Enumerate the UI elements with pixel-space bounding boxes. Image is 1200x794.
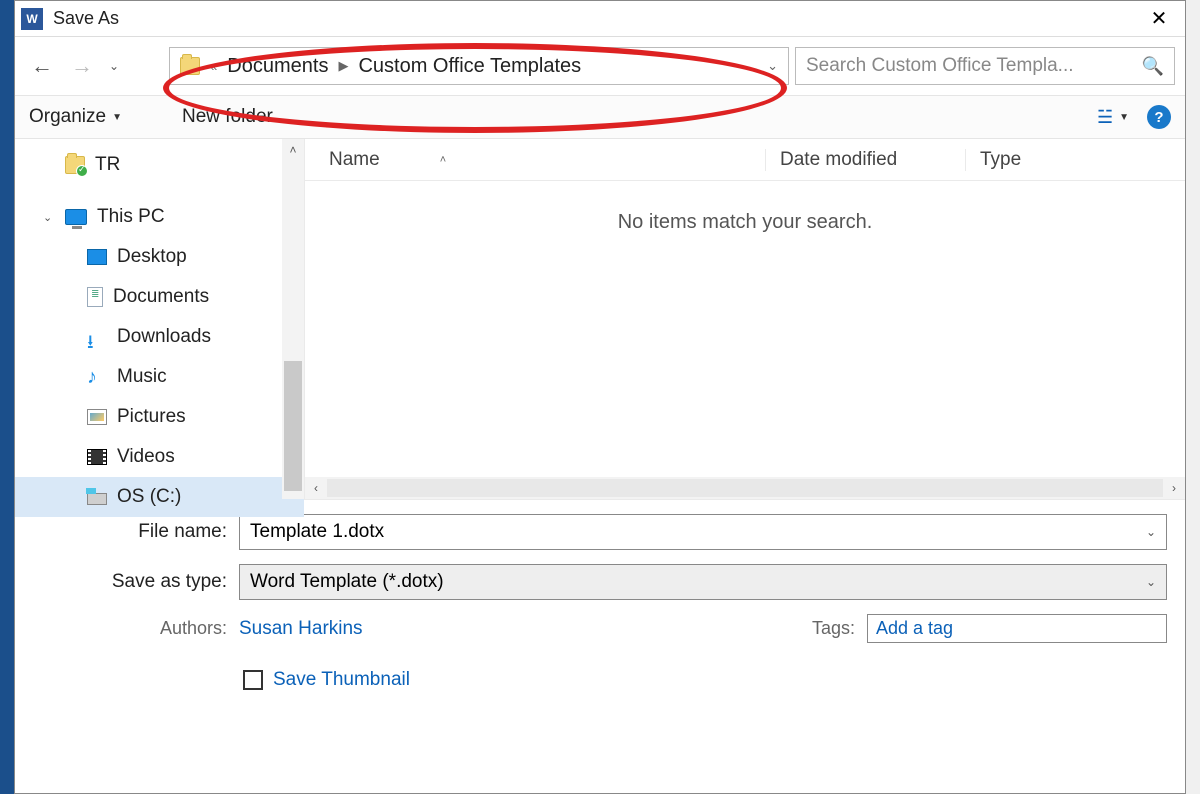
- search-input[interactable]: Search Custom Office Templa... 🔍: [795, 47, 1175, 85]
- chevron-right-icon[interactable]: ▶: [338, 58, 348, 74]
- authors-label: Authors:: [33, 618, 227, 639]
- sidebar-item-pictures[interactable]: Pictures: [15, 397, 304, 437]
- tags-input[interactable]: Add a tag: [867, 614, 1167, 643]
- window-left-edge: [0, 0, 14, 794]
- sidebar-item-downloads[interactable]: ⭳ Downloads: [15, 317, 304, 357]
- sidebar-scrollbar[interactable]: ˄ ˅: [282, 139, 304, 499]
- chevron-down-icon[interactable]: ⌄: [767, 58, 778, 74]
- documents-icon: [87, 287, 103, 307]
- saveastype-label: Save as type:: [33, 571, 227, 593]
- dialog-title: Save As: [53, 8, 1139, 29]
- drive-icon: [87, 493, 107, 505]
- file-list-area: Name ˄ Date modified Type No items match…: [305, 139, 1185, 499]
- sidebar-item-this-pc[interactable]: ⌄ This PC: [15, 197, 304, 237]
- breadcrumb-seg-custom-templates[interactable]: Custom Office Templates: [358, 55, 581, 78]
- folder-icon: [180, 57, 200, 75]
- explorer-body: TR ⌄ This PC Desktop Documents ⭳ Downloa…: [15, 139, 1185, 499]
- pictures-icon: [87, 409, 107, 425]
- dropdown-arrow-icon: ▼: [1119, 112, 1129, 123]
- sidebar-item-desktop[interactable]: Desktop: [15, 237, 304, 277]
- scroll-left-icon[interactable]: ‹: [305, 481, 327, 495]
- folder-icon: [65, 156, 85, 174]
- scroll-track[interactable]: [327, 479, 1163, 497]
- save-form: File name: Template 1.dotx ⌄ Save as typ…: [15, 499, 1185, 701]
- sort-indicator-icon: ˄: [440, 154, 446, 166]
- help-button[interactable]: ?: [1147, 105, 1171, 129]
- back-button[interactable]: ←: [25, 49, 59, 83]
- sidebar-item-documents[interactable]: Documents: [15, 277, 304, 317]
- desktop-icon: [87, 249, 107, 265]
- search-icon[interactable]: 🔍: [1142, 56, 1164, 77]
- dropdown-arrow-icon[interactable]: ⌄: [1146, 525, 1156, 539]
- column-headers: Name ˄ Date modified Type: [305, 139, 1185, 181]
- close-button[interactable]: ✕: [1139, 5, 1179, 33]
- expand-icon[interactable]: ⌄: [43, 211, 52, 224]
- breadcrumb-seg-documents[interactable]: Documents: [227, 55, 328, 78]
- filename-label: File name:: [33, 521, 227, 543]
- recent-locations-button[interactable]: ⌄: [105, 59, 123, 73]
- view-mode-button[interactable]: ☱ ▼: [1097, 107, 1129, 128]
- sidebar-item-videos[interactable]: Videos: [15, 437, 304, 477]
- dropdown-arrow-icon: ▼: [112, 112, 122, 123]
- word-app-icon: W: [21, 8, 43, 30]
- scroll-thumb[interactable]: [284, 361, 302, 491]
- save-thumbnail-label[interactable]: Save Thumbnail: [273, 669, 410, 691]
- saveastype-combo[interactable]: Word Template (*.dotx) ⌄: [239, 564, 1167, 600]
- save-thumbnail-checkbox[interactable]: [243, 670, 263, 690]
- organize-button[interactable]: Organize ▼: [29, 106, 122, 128]
- scroll-track[interactable]: [282, 161, 304, 477]
- nav-bar: ← → ⌄ ↑ « Documents ▶ Custom Office Temp…: [15, 37, 1185, 95]
- sidebar-item-music[interactable]: ♪ Music: [15, 357, 304, 397]
- column-type[interactable]: Type: [965, 149, 1185, 171]
- breadcrumb-overflow-icon[interactable]: «: [210, 59, 217, 74]
- column-date-modified[interactable]: Date modified: [765, 149, 965, 171]
- address-bar[interactable]: « Documents ▶ Custom Office Templates ⌄: [169, 47, 789, 85]
- column-name[interactable]: Name ˄: [305, 149, 765, 171]
- search-placeholder: Search Custom Office Templa...: [806, 55, 1074, 77]
- horizontal-scrollbar[interactable]: ‹ ›: [305, 477, 1185, 499]
- dropdown-arrow-icon[interactable]: ⌄: [1146, 575, 1156, 589]
- tags-label: Tags:: [812, 618, 855, 639]
- navigation-pane: TR ⌄ This PC Desktop Documents ⭳ Downloa…: [15, 139, 305, 499]
- save-as-dialog: W Save As ✕ ← → ⌄ ↑ « Documents ▶ Custom…: [14, 0, 1186, 794]
- empty-message: No items match your search.: [305, 181, 1185, 477]
- filename-input[interactable]: Template 1.dotx ⌄: [239, 514, 1167, 550]
- downloads-icon: ⭳: [87, 328, 107, 346]
- toolbar: Organize ▼ New folder ☱ ▼ ?: [15, 95, 1185, 139]
- titlebar: W Save As ✕: [15, 1, 1185, 37]
- authors-value[interactable]: Susan Harkins: [239, 618, 363, 640]
- new-folder-button[interactable]: New folder: [182, 106, 273, 128]
- pc-icon: [65, 209, 87, 225]
- music-icon: ♪: [87, 368, 107, 386]
- forward-button[interactable]: →: [65, 49, 99, 83]
- sidebar-item-tr[interactable]: TR: [15, 145, 304, 185]
- sidebar-item-os-c[interactable]: OS (C:): [15, 477, 304, 517]
- scroll-up-icon[interactable]: ˄: [282, 139, 304, 161]
- videos-icon: [87, 449, 107, 465]
- details-view-icon: ☱: [1097, 107, 1113, 128]
- scroll-right-icon[interactable]: ›: [1163, 481, 1185, 495]
